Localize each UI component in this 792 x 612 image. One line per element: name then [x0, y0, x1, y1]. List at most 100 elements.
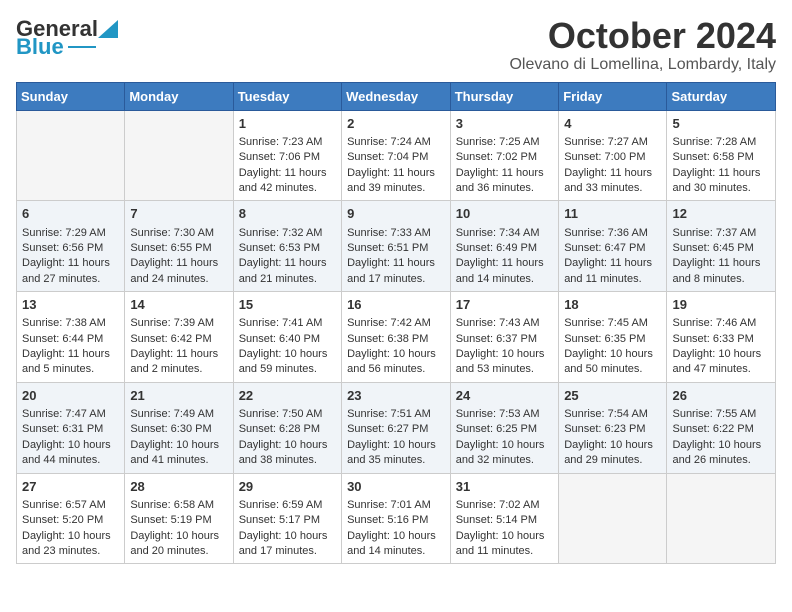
day-info: Sunset: 5:19 PM — [130, 513, 227, 528]
day-info: Daylight: 11 hours and 30 minutes. — [672, 166, 770, 197]
day-number: 7 — [130, 205, 227, 223]
day-info: Sunrise: 7:29 AM — [22, 226, 119, 241]
day-info: Sunset: 6:45 PM — [672, 241, 770, 256]
day-info: Daylight: 10 hours and 56 minutes. — [347, 347, 445, 378]
calendar-cell: 31Sunrise: 7:02 AMSunset: 5:14 PMDayligh… — [450, 473, 558, 564]
day-info: Sunset: 6:42 PM — [130, 332, 227, 347]
day-info: Daylight: 10 hours and 20 minutes. — [130, 529, 227, 560]
day-info: Sunrise: 7:51 AM — [347, 407, 445, 422]
day-info: Sunrise: 7:38 AM — [22, 316, 119, 331]
day-info: Sunrise: 7:54 AM — [564, 407, 661, 422]
day-info: Sunset: 6:22 PM — [672, 422, 770, 437]
day-number: 20 — [22, 387, 119, 405]
day-info: Sunrise: 7:34 AM — [456, 226, 553, 241]
day-number: 16 — [347, 296, 445, 314]
day-info: Sunrise: 7:32 AM — [239, 226, 336, 241]
day-info: Daylight: 11 hours and 14 minutes. — [456, 256, 553, 287]
calendar-cell: 18Sunrise: 7:45 AMSunset: 6:35 PMDayligh… — [559, 292, 667, 383]
day-number: 18 — [564, 296, 661, 314]
calendar-cell: 14 Sunrise: 7:39 AMSunset: 6:42 PMDayligh… — [125, 292, 233, 383]
day-info: Sunset: 6:49 PM — [456, 241, 553, 256]
day-number: 11 — [564, 205, 661, 223]
day-info: Sunset: 6:40 PM — [239, 332, 336, 347]
logo: General Blue — [16, 16, 118, 58]
day-info: Daylight: 10 hours and 41 minutes. — [130, 438, 227, 469]
calendar-cell: 4Sunrise: 7:27 AMSunset: 7:00 PMDaylight… — [559, 110, 667, 201]
day-number: 31 — [456, 478, 553, 496]
day-info: Sunrise: 7:37 AM — [672, 226, 770, 241]
day-number: 17 — [456, 296, 553, 314]
day-info: Sunrise: 7:39 AM — [130, 316, 227, 331]
weekday-header-saturday: Saturday — [667, 82, 776, 110]
day-info: Daylight: 11 hours and 33 minutes. — [564, 166, 661, 197]
day-info: Sunset: 7:00 PM — [564, 150, 661, 165]
day-info: Sunset: 6:27 PM — [347, 422, 445, 437]
day-info: Sunset: 6:23 PM — [564, 422, 661, 437]
day-info: Sunset: 7:02 PM — [456, 150, 553, 165]
calendar-cell: 20Sunrise: 7:47 AMSunset: 6:31 PMDayligh… — [17, 382, 125, 473]
day-info: Sunrise: 7:50 AM — [239, 407, 336, 422]
weekday-header-row: SundayMondayTuesdayWednesdayThursdayFrid… — [17, 82, 776, 110]
day-number: 3 — [456, 115, 553, 133]
day-info: Sunrise: 7:55 AM — [672, 407, 770, 422]
day-number: 2 — [347, 115, 445, 133]
day-number: 10 — [456, 205, 553, 223]
month-title: October 2024 — [509, 16, 776, 56]
day-info: Sunset: 6:51 PM — [347, 241, 445, 256]
day-number: 8 — [239, 205, 336, 223]
weekday-header-tuesday: Tuesday — [233, 82, 341, 110]
day-number: 23 — [347, 387, 445, 405]
day-info: Sunset: 6:53 PM — [239, 241, 336, 256]
calendar-cell: 15Sunrise: 7:41 AMSunset: 6:40 PMDayligh… — [233, 292, 341, 383]
calendar-cell: 3Sunrise: 7:25 AMSunset: 7:02 PMDaylight… — [450, 110, 558, 201]
day-info: Sunrise: 7:49 AM — [130, 407, 227, 422]
calendar-cell: 12Sunrise: 7:37 AMSunset: 6:45 PMDayligh… — [667, 201, 776, 292]
day-info: Sunset: 6:38 PM — [347, 332, 445, 347]
calendar: SundayMondayTuesdayWednesdayThursdayFrid… — [16, 82, 776, 565]
day-info: Sunrise: 7:33 AM — [347, 226, 445, 241]
day-number: 6 — [22, 205, 119, 223]
weekday-header-friday: Friday — [559, 82, 667, 110]
day-info: Daylight: 11 hours and 36 minutes. — [456, 166, 553, 197]
day-info: Sunset: 5:14 PM — [456, 513, 553, 528]
calendar-cell: 5Sunrise: 7:28 AMSunset: 6:58 PMDaylight… — [667, 110, 776, 201]
day-info: Sunrise: 7:24 AM — [347, 135, 445, 150]
day-info: Sunset: 5:17 PM — [239, 513, 336, 528]
calendar-cell — [559, 473, 667, 564]
day-info: Sunset: 6:44 PM — [22, 332, 119, 347]
calendar-cell — [125, 110, 233, 201]
header: General Blue October 2024 Olevano di Lom… — [16, 16, 776, 74]
calendar-cell: 2Sunrise: 7:24 AMSunset: 7:04 PMDaylight… — [342, 110, 451, 201]
day-info: Daylight: 10 hours and 23 minutes. — [22, 529, 119, 560]
day-info: Daylight: 10 hours and 29 minutes. — [564, 438, 661, 469]
day-info: Daylight: 10 hours and 11 minutes. — [456, 529, 553, 560]
day-info: Daylight: 11 hours and 2 minutes. — [130, 347, 227, 378]
calendar-cell: 30Sunrise: 7:01 AMSunset: 5:16 PMDayligh… — [342, 473, 451, 564]
day-info: Sunrise: 7:28 AM — [672, 135, 770, 150]
week-row-2: 6Sunrise: 7:29 AMSunset: 6:56 PMDaylight… — [17, 201, 776, 292]
day-info: Daylight: 11 hours and 42 minutes. — [239, 166, 336, 197]
calendar-cell: 10 Sunrise: 7:34 AMSunset: 6:49 PMDayligh… — [450, 201, 558, 292]
day-number: 29 — [239, 478, 336, 496]
day-number: 21 — [130, 387, 227, 405]
day-info: Sunrise: 7:47 AM — [22, 407, 119, 422]
calendar-cell: 9Sunrise: 7:33 AMSunset: 6:51 PMDaylight… — [342, 201, 451, 292]
day-info: Sunset: 6:33 PM — [672, 332, 770, 347]
day-info: Daylight: 10 hours and 53 minutes. — [456, 347, 553, 378]
week-row-5: 27Sunrise: 6:57 AMSunset: 5:20 PMDayligh… — [17, 473, 776, 564]
day-info: Sunset: 6:55 PM — [130, 241, 227, 256]
week-row-1: 1Sunrise: 7:23 AMSunset: 7:06 PMDaylight… — [17, 110, 776, 201]
day-info: Sunrise: 7:27 AM — [564, 135, 661, 150]
day-number: 19 — [672, 296, 770, 314]
day-info: Sunset: 7:04 PM — [347, 150, 445, 165]
calendar-cell — [667, 473, 776, 564]
day-number: 14 — [130, 296, 227, 314]
day-info: Daylight: 11 hours and 27 minutes. — [22, 256, 119, 287]
calendar-cell: 27Sunrise: 6:57 AMSunset: 5:20 PMDayligh… — [17, 473, 125, 564]
day-number: 12 — [672, 205, 770, 223]
week-row-4: 20 Sunrise: 7:47 AMSunset: 6:31 PM Dayligh… — [17, 382, 776, 473]
day-info: Sunset: 6:31 PM — [22, 422, 119, 437]
location-title: Olevano di Lomellina, Lombardy, Italy — [509, 56, 776, 74]
calendar-cell: 7Sunrise: 7:30 AMSunset: 6:55 PMDaylight… — [125, 201, 233, 292]
day-info: Daylight: 10 hours and 50 minutes. — [564, 347, 661, 378]
